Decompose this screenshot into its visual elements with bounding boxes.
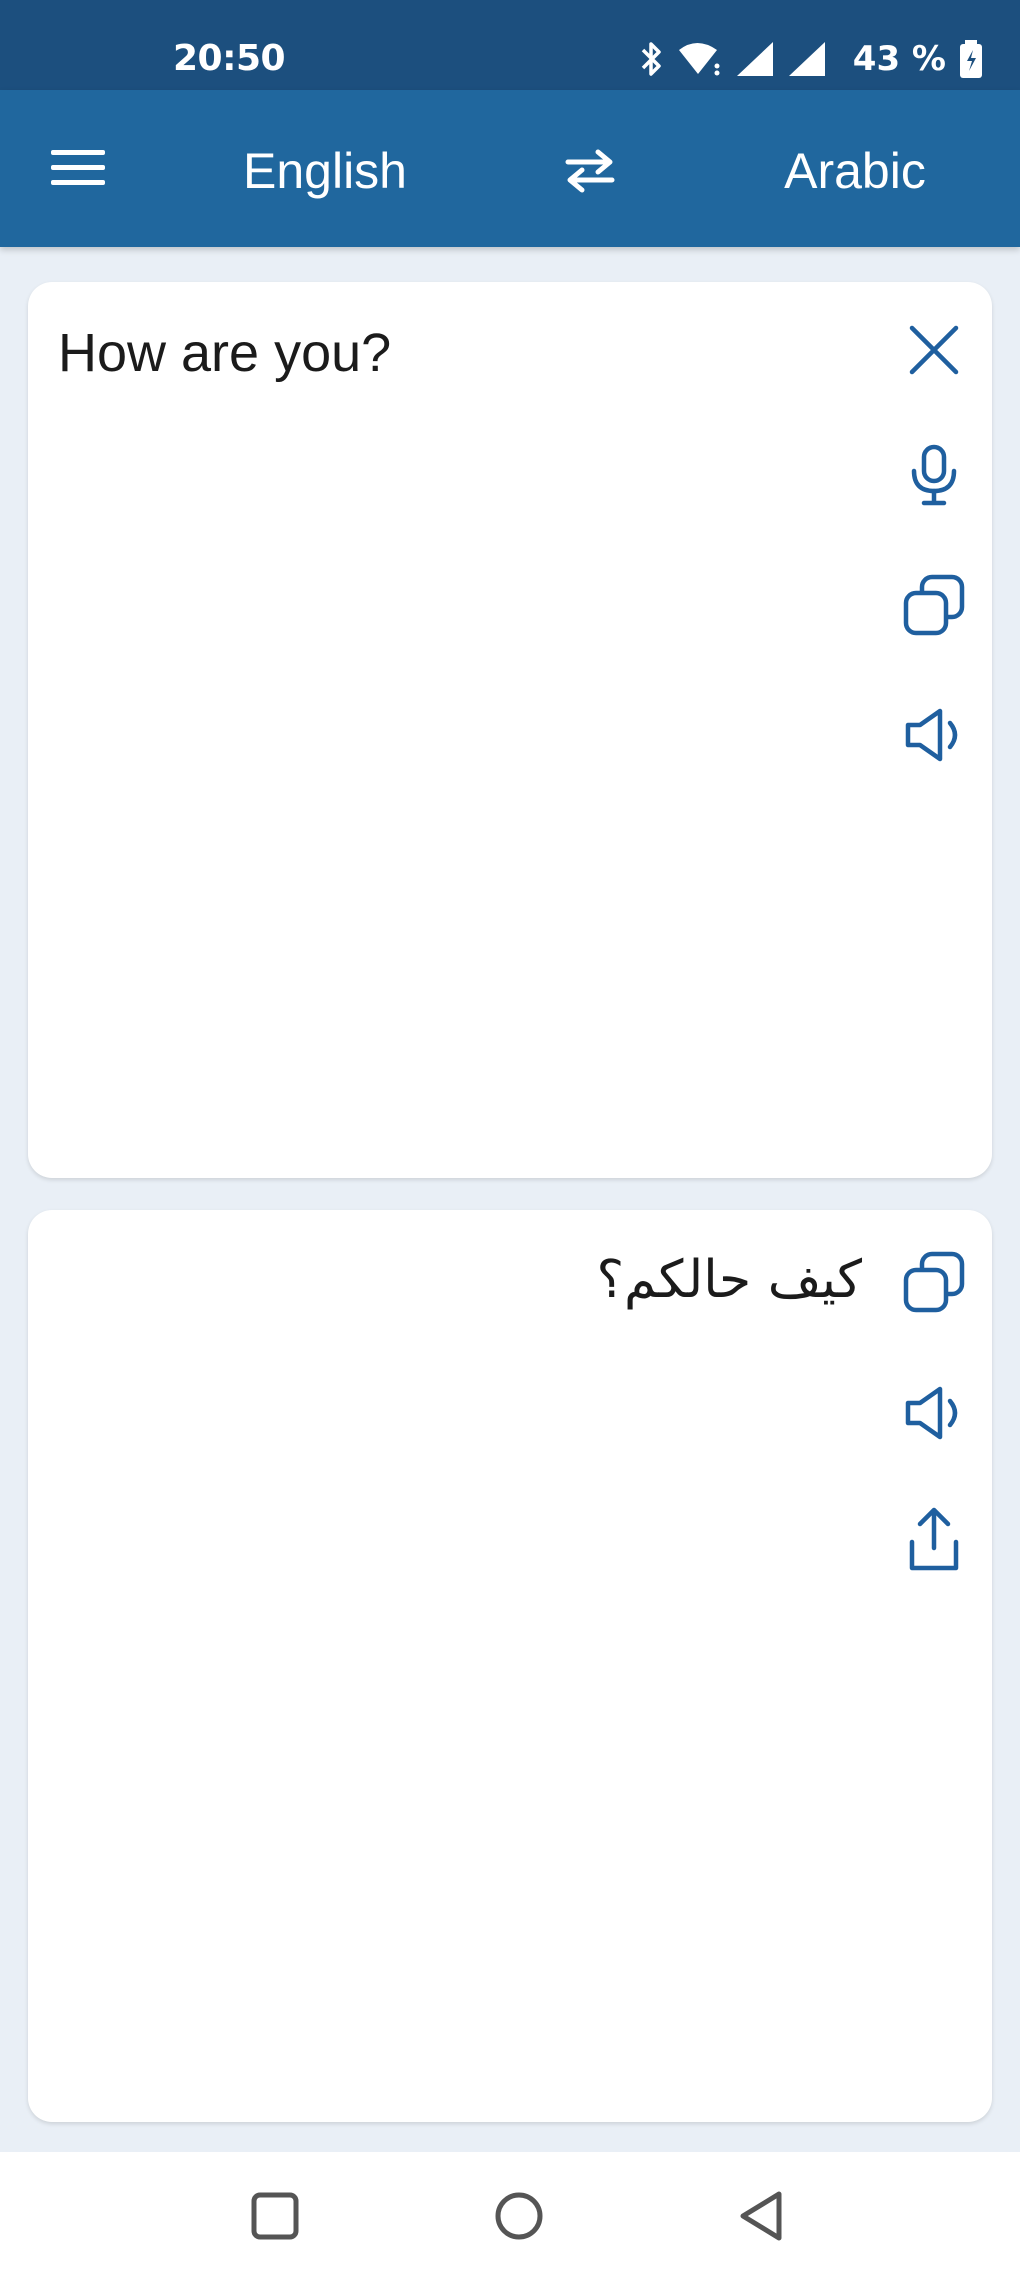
status-icons: 43 % — [639, 36, 984, 82]
menu-button[interactable] — [45, 142, 111, 194]
copy-source-button[interactable] — [896, 567, 972, 643]
recents-icon — [251, 2192, 299, 2240]
home-button[interactable] — [489, 2186, 549, 2246]
share-button[interactable] — [896, 1502, 972, 1578]
recents-button[interactable] — [245, 2186, 305, 2246]
signal-icon — [787, 40, 827, 78]
status-bar: 20:50 43 % — [0, 0, 1020, 90]
microphone-icon — [911, 444, 957, 506]
speak-source-button[interactable] — [896, 697, 972, 773]
translated-text: كيف حالكم؟ — [596, 1250, 862, 1310]
wifi-icon — [677, 40, 723, 78]
copy-icon — [903, 574, 965, 636]
back-icon — [740, 2191, 782, 2241]
back-button[interactable] — [733, 2186, 793, 2246]
clear-button[interactable] — [896, 312, 972, 388]
microphone-button[interactable] — [896, 437, 972, 513]
share-icon — [909, 1507, 959, 1571]
source-language-selector[interactable]: English — [200, 142, 450, 200]
copy-translation-button[interactable] — [896, 1244, 972, 1320]
swap-languages-button[interactable] — [560, 140, 620, 200]
menu-icon — [51, 150, 105, 185]
speaker-icon — [905, 708, 958, 762]
battery-icon — [958, 39, 984, 79]
source-text-card: How are you? — [28, 282, 992, 1178]
swap-icon — [565, 149, 615, 193]
close-icon — [909, 325, 959, 375]
signal-icon — [735, 40, 775, 78]
bluetooth-icon — [639, 40, 665, 78]
speak-translation-button[interactable] — [896, 1375, 972, 1451]
system-navigation-bar — [0, 2152, 1020, 2279]
status-time: 20:50 — [173, 38, 286, 79]
copy-icon — [903, 1251, 965, 1313]
source-text-input[interactable]: How are you? — [58, 322, 391, 384]
translation-card: كيف حالكم؟ — [28, 1210, 992, 2122]
app-bar: English Arabic — [0, 90, 1020, 247]
home-icon — [495, 2192, 543, 2240]
target-language-selector[interactable]: Arabic — [740, 142, 970, 200]
speaker-icon — [905, 1386, 958, 1440]
battery-percentage: 43 % — [852, 39, 946, 79]
